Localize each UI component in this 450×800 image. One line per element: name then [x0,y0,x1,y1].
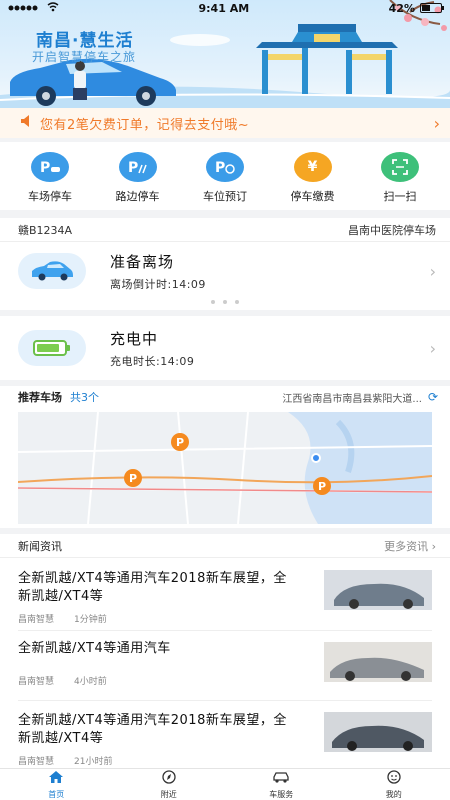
current-address: 江西省南昌市南昌县紫阳大道... [282,393,422,405]
tab-nearby[interactable]: 附近 [113,769,226,800]
speaker-icon [20,114,32,132]
news-headline: 全新凯越/XT4等通用汽车2018新车展望，全新凯越/XT4等 [18,571,287,604]
news-source: 昌南智慧 [18,757,55,767]
parking-car-icon: P [31,152,69,182]
battery-percent: 42% [388,1,415,15]
news-time: 4小时前 [74,677,107,687]
parking-reserve-icon: P [206,152,244,182]
news-headline: 全新凯越/XT4等通用汽车2018新车展望，全新凯越/XT4等 [18,713,287,746]
tab-label: 车服务 [269,790,294,799]
roadside-parking-icon: P [118,152,157,182]
compass-icon [161,769,177,788]
quick-label: 停车缴费 [290,190,335,203]
car-icon [18,253,86,289]
quick-label: 车场停车 [28,190,72,203]
payment-yen-icon: ¥ [293,152,332,182]
quick-reserve-spot[interactable]: P 车位预订 [185,142,265,210]
tab-profile[interactable]: 我的 [338,769,450,800]
scan-icon [381,152,419,182]
charging-status-title: 充电中 [110,329,159,348]
quick-label: 车位预订 [203,190,247,203]
car-service-icon [272,769,290,788]
carousel-dot [211,300,215,304]
charging-status-card[interactable]: 充电中 充电时长:14:09 › [0,316,450,380]
bottom-tab-bar: 首页 附近 车服务 我的 [0,768,450,800]
news-headline: 全新凯越/XT4等通用汽车 [18,641,171,656]
parking-marker[interactable]: P [313,477,331,495]
top-banner[interactable]: 南昌·慧生活 开启智慧停车之旅 [0,0,450,108]
leave-countdown: 离场倒计时:14:09 [110,277,206,291]
current-location-marker [311,453,321,463]
news-time: 21小时前 [74,757,113,767]
quick-scan[interactable]: 扫一扫 [360,142,440,210]
status-time: 9:41 AM [198,1,250,15]
parking-marker[interactable]: P [171,433,189,451]
news-title: 新闻资讯 [18,539,62,553]
svg-text:P: P [40,160,50,175]
arrears-notice[interactable]: 您有2笔欠费订单，记得去支付哦~ › [0,108,450,138]
battery-icon [420,3,444,13]
chevron-right-icon: › [429,261,436,281]
tab-home[interactable]: 首页 [0,769,113,800]
status-bar: 9:41 AM 42% [0,0,450,16]
svg-text:P: P [215,160,225,175]
recommended-parking-card: 推荐车场 共3个 江西省南昌市南昌县紫阳大道... ⟳ P P P [0,386,450,528]
news-section: 新闻资讯 更多资讯 › 全新凯越/XT4等通用汽车2018新车展望，全新凯越/X… [0,534,450,768]
quick-label: 路边停车 [115,190,160,203]
news-item[interactable]: 全新凯越/XT4等通用汽车2018新车展望，全新凯越/XT4等 昌南智慧 1分钟前 [0,570,450,625]
home-icon [48,769,64,788]
refresh-icon[interactable]: ⟳ [428,390,438,404]
wifi-icon [47,1,59,15]
quick-roadside-parking[interactable]: P 路边停车 [98,142,178,210]
tab-label: 首页 [48,790,65,799]
tab-label: 我的 [385,790,402,799]
quick-payment[interactable]: ¥ 停车缴费 [273,142,353,210]
news-thumbnail [324,712,432,752]
svg-text:P: P [176,436,184,449]
news-item[interactable]: 全新凯越/XT4等通用汽车2018新车展望，全新凯越/XT4等 昌南智慧 21小时… [0,712,450,767]
news-time: 1分钟前 [74,615,107,625]
banner-subtitle: 开启智慧停车之旅 [32,50,137,64]
profile-icon [386,769,402,788]
parking-status-card[interactable]: 赣B1234A 昌南中医院停车场 准备离场 离场倒计时:14:09 › [0,218,450,310]
news-more-label: 更多资讯 [384,539,429,553]
signal-icon [8,2,42,15]
svg-text:P: P [128,160,138,175]
quick-label: 扫一扫 [383,190,417,203]
carousel-dots [0,300,450,304]
recommend-count[interactable]: 共3个 [70,389,99,405]
parking-status-title: 准备离场 [110,252,175,271]
news-source: 昌南智慧 [18,615,55,625]
quick-parking-lot[interactable]: P 车场停车 [10,142,90,210]
chevron-right-icon: › [429,338,436,358]
quick-actions: P 车场停车 P 路边停车 P 车位预订 ¥ 停车缴费 扫一扫 [0,142,450,210]
news-more-link[interactable]: 更多资讯 › [384,538,436,554]
svg-text:P: P [318,480,326,493]
tab-car-service[interactable]: 车服务 [225,769,338,800]
carousel-dot [223,300,227,304]
carousel-dot [235,300,239,304]
tab-label: 附近 [160,790,177,799]
battery-charging-icon [18,330,86,366]
news-thumbnail [324,570,432,610]
plate-number: 赣B1234A [18,223,73,237]
recommend-title: 推荐车场 [18,391,62,404]
notice-text: 您有2笔欠费订单，记得去支付哦~ [40,117,250,133]
news-thumbnail [324,642,432,682]
news-source: 昌南智慧 [18,677,55,687]
charging-duration: 充电时长:14:09 [110,354,195,368]
chevron-right-icon: › [433,113,440,133]
svg-text:P: P [129,472,137,485]
parking-marker[interactable]: P [124,469,142,487]
parking-map[interactable]: P P P [18,412,432,524]
news-item[interactable]: 全新凯越/XT4等通用汽车 昌南智慧 4小时前 [0,640,450,687]
parking-lot-name: 昌南中医院停车场 [348,223,436,237]
